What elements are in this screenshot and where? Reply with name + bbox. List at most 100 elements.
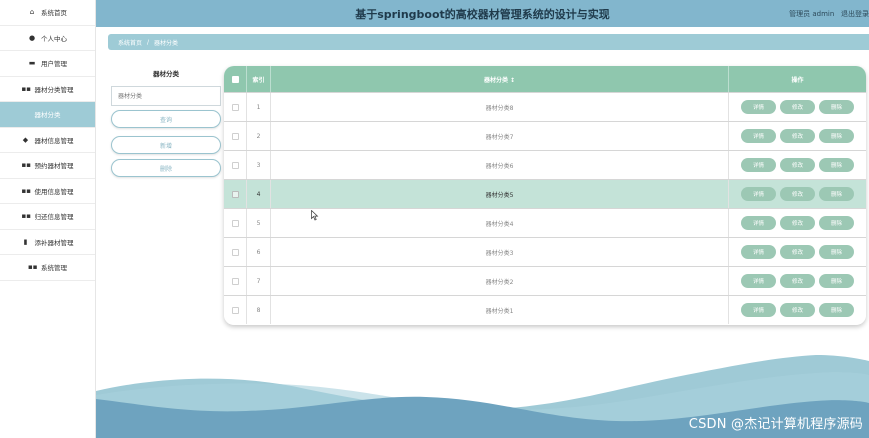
sidebar-item-label: 系统首页 xyxy=(41,9,67,18)
grid-icon: ▪▪ xyxy=(28,263,38,272)
delete-row-button[interactable]: 删除 xyxy=(819,187,854,201)
sidebar-item[interactable]: ▮ 添补器材管理 xyxy=(0,230,95,255)
edit-button[interactable]: 修改 xyxy=(780,187,815,201)
bookmark-icon: ◆ xyxy=(22,135,29,144)
header-name[interactable]: 器材分类 ↕ xyxy=(271,66,729,92)
edit-button[interactable]: 修改 xyxy=(780,274,815,288)
folder-icon: ▬ xyxy=(28,59,36,68)
sidebar-item[interactable]: ▪▪ 器材分类管理 xyxy=(0,77,95,102)
row-name: 器材分类4 xyxy=(271,209,729,237)
row-actions: 详情 修改 删除 xyxy=(729,238,866,266)
edit-button[interactable]: 修改 xyxy=(780,245,815,259)
sidebar-item[interactable]: ▬ 用户管理 xyxy=(0,51,95,77)
delete-row-button[interactable]: 删除 xyxy=(819,303,854,317)
delete-row-button[interactable]: 删除 xyxy=(819,129,854,143)
row-name: 器材分类5 xyxy=(271,180,729,208)
sidebar-item[interactable]: ▪▪ 使用信息管理 xyxy=(0,179,95,204)
delete-row-button[interactable]: 删除 xyxy=(819,100,854,114)
delete-row-button[interactable]: 删除 xyxy=(819,216,854,230)
row-actions: 详情 修改 删除 xyxy=(729,151,866,179)
row-index: 6 xyxy=(247,238,271,266)
sidebar-item[interactable]: ⌂ 系统首页 xyxy=(0,0,95,26)
row-checkbox-cell xyxy=(224,267,247,295)
row-name: 器材分类1 xyxy=(271,296,729,324)
table-row[interactable]: 4 器材分类5 详情 修改 删除 xyxy=(224,179,866,208)
delete-row-button[interactable]: 删除 xyxy=(819,158,854,172)
row-checkbox-cell xyxy=(224,151,247,179)
detail-button[interactable]: 详情 xyxy=(741,187,776,201)
table-row[interactable]: 8 器材分类1 详情 修改 删除 xyxy=(224,295,866,324)
search-input[interactable] xyxy=(111,86,221,106)
row-checkbox[interactable] xyxy=(231,248,239,256)
sidebar-item[interactable]: ▪▪ 系统管理 xyxy=(0,255,95,281)
header-index: 索引 xyxy=(247,66,271,92)
query-button[interactable]: 查询 xyxy=(111,110,221,128)
delete-row-button[interactable]: 删除 xyxy=(819,245,854,259)
row-checkbox[interactable] xyxy=(231,219,239,227)
breadcrumb-separator: / xyxy=(147,38,150,46)
detail-button[interactable]: 详情 xyxy=(741,129,776,143)
grid-icon: ▪▪ xyxy=(21,186,32,195)
sidebar-item[interactable]: 器材分类 xyxy=(0,102,95,128)
edit-button[interactable]: 修改 xyxy=(780,216,815,230)
sidebar-item-label: 预约器材管理 xyxy=(34,162,74,171)
row-checkbox[interactable] xyxy=(231,103,239,111)
mouse-cursor-icon xyxy=(311,210,319,221)
table-row[interactable]: 5 器材分类4 详情 修改 删除 xyxy=(224,208,866,237)
sidebar-item-label: 用户管理 xyxy=(41,60,67,69)
logout-link[interactable]: 退出登录 xyxy=(841,10,869,18)
sidebar-item-label: 器材分类 xyxy=(34,111,61,120)
row-actions: 详情 修改 删除 xyxy=(729,209,866,237)
row-checkbox[interactable] xyxy=(231,277,239,285)
breadcrumb-home[interactable]: 系统首页 xyxy=(118,38,142,47)
sidebar-item[interactable]: ▪▪ 预约器材管理 xyxy=(0,153,95,179)
edit-button[interactable]: 修改 xyxy=(780,129,815,143)
watermark: CSDN @杰记计算机程序源码 xyxy=(688,417,863,432)
edit-button[interactable]: 修改 xyxy=(780,158,815,172)
sidebar-item[interactable]: ◆ 器材信息管理 xyxy=(0,128,95,153)
row-checkbox-cell xyxy=(224,93,247,121)
select-all-checkbox[interactable] xyxy=(231,75,239,83)
row-checkbox-cell xyxy=(224,122,247,150)
row-checkbox[interactable] xyxy=(231,161,239,169)
row-checkbox[interactable] xyxy=(231,306,239,314)
detail-button[interactable]: 详情 xyxy=(741,274,776,288)
sidebar-item-label: 器材信息管理 xyxy=(34,136,74,145)
row-name: 器材分类6 xyxy=(271,151,729,179)
table-row[interactable]: 2 器材分类7 详情 修改 删除 xyxy=(224,121,866,150)
detail-button[interactable]: 详情 xyxy=(741,303,776,317)
table-row[interactable]: 1 器材分类8 详情 修改 删除 xyxy=(224,92,866,121)
row-actions: 详情 修改 删除 xyxy=(729,122,866,150)
detail-button[interactable]: 详情 xyxy=(741,100,776,114)
edit-button[interactable]: 修改 xyxy=(780,303,815,317)
row-name: 器材分类2 xyxy=(271,267,729,295)
row-index: 1 xyxy=(247,93,271,121)
table-row[interactable]: 6 器材分类3 详情 修改 删除 xyxy=(224,237,866,266)
row-index: 5 xyxy=(247,209,271,237)
edit-button[interactable]: 修改 xyxy=(780,100,815,114)
detail-button[interactable]: 详情 xyxy=(741,245,776,259)
sidebar-item[interactable]: ● 个人中心 xyxy=(0,26,95,51)
row-index: 2 xyxy=(247,122,271,150)
data-table: 索引 器材分类 ↕ 操作 1 器材分类8 详情 修改 删除 2 器材分类7 详情 修改 删除 3 器材… xyxy=(224,66,866,325)
row-index: 8 xyxy=(247,296,271,324)
table-row[interactable]: 3 器材分类6 详情 修改 删除 xyxy=(224,150,866,179)
delete-row-button[interactable]: 删除 xyxy=(819,274,854,288)
add-button[interactable]: 新增 xyxy=(111,136,221,154)
sidebar-item-label: 个人中心 xyxy=(41,34,67,43)
row-actions: 详情 修改 删除 xyxy=(729,93,866,121)
table-row[interactable]: 7 器材分类2 详情 修改 删除 xyxy=(224,266,866,295)
row-checkbox-cell xyxy=(224,209,247,237)
row-checkbox[interactable] xyxy=(231,132,239,140)
row-name: 器材分类3 xyxy=(271,238,729,266)
row-checkbox-cell xyxy=(224,296,247,324)
row-checkbox-cell xyxy=(224,180,247,208)
row-index: 7 xyxy=(247,267,271,295)
table-header: 索引 器材分类 ↕ 操作 xyxy=(224,66,866,92)
detail-button[interactable]: 详情 xyxy=(741,158,776,172)
detail-button[interactable]: 详情 xyxy=(741,216,776,230)
row-checkbox[interactable] xyxy=(231,190,239,198)
sidebar-item[interactable]: ▪▪ 归还信息管理 xyxy=(0,204,95,230)
home-icon: ⌂ xyxy=(29,8,35,17)
delete-button[interactable]: 删除 xyxy=(111,159,221,177)
